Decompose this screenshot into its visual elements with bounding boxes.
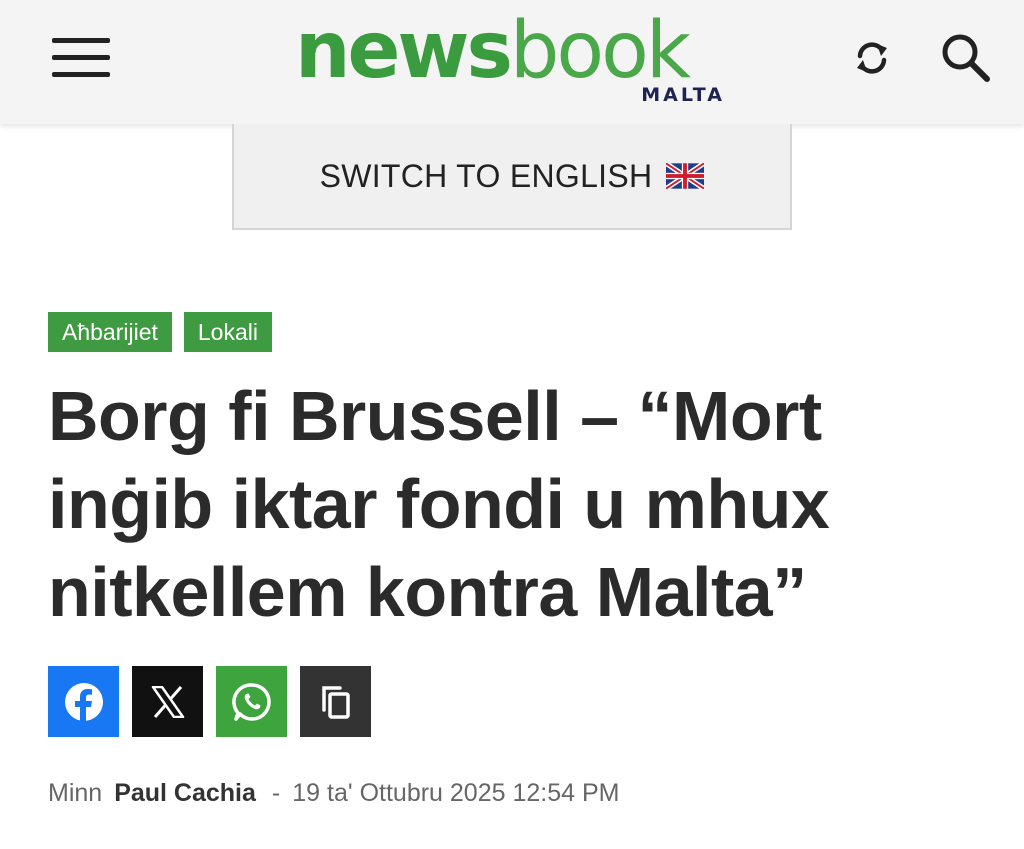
site-header: newsbook MALTA: [0, 0, 1024, 124]
copy-icon: [321, 685, 350, 719]
logo-wordmark: newsbook: [295, 6, 691, 96]
hamburger-menu-icon[interactable]: [52, 38, 110, 78]
category-tag-ahbarijiet[interactable]: Aħbarijiet: [48, 312, 172, 352]
site-logo[interactable]: newsbook MALTA: [295, 8, 735, 112]
logo-subtitle: MALTA: [641, 84, 725, 106]
article-title: Borg fi Brussell – “Mort inġib iktar fon…: [48, 377, 830, 631]
share-whatsapp-button[interactable]: [216, 666, 287, 737]
publish-date: 19 ta' Ottubru 2025 12:54 PM: [292, 779, 620, 807]
share-bar: [48, 666, 371, 737]
switch-language-label: SWITCH TO ENGLISH: [319, 157, 653, 194]
article-byline: Minn Paul Cachia -19 ta' Ottubru 2025 12:5…: [48, 779, 619, 808]
share-copy-link-button[interactable]: [300, 666, 371, 737]
x-icon: [151, 685, 184, 718]
facebook-icon: [64, 682, 103, 722]
refresh-icon[interactable]: [850, 36, 894, 80]
share-facebook-button[interactable]: [48, 666, 119, 737]
author-name[interactable]: Paul Cachia: [114, 779, 256, 807]
byline-prefix: Minn: [48, 779, 103, 807]
category-tags: Aħbarijiet Lokali: [48, 312, 272, 352]
uk-flag-icon: [665, 161, 706, 191]
category-tag-lokali[interactable]: Lokali: [183, 312, 272, 352]
search-icon[interactable]: [938, 30, 994, 86]
whatsapp-icon: [231, 682, 271, 721]
share-x-button[interactable]: [132, 666, 203, 737]
byline-separator: -: [271, 779, 281, 807]
switch-to-english-button[interactable]: SWITCH TO ENGLISH: [232, 124, 792, 230]
